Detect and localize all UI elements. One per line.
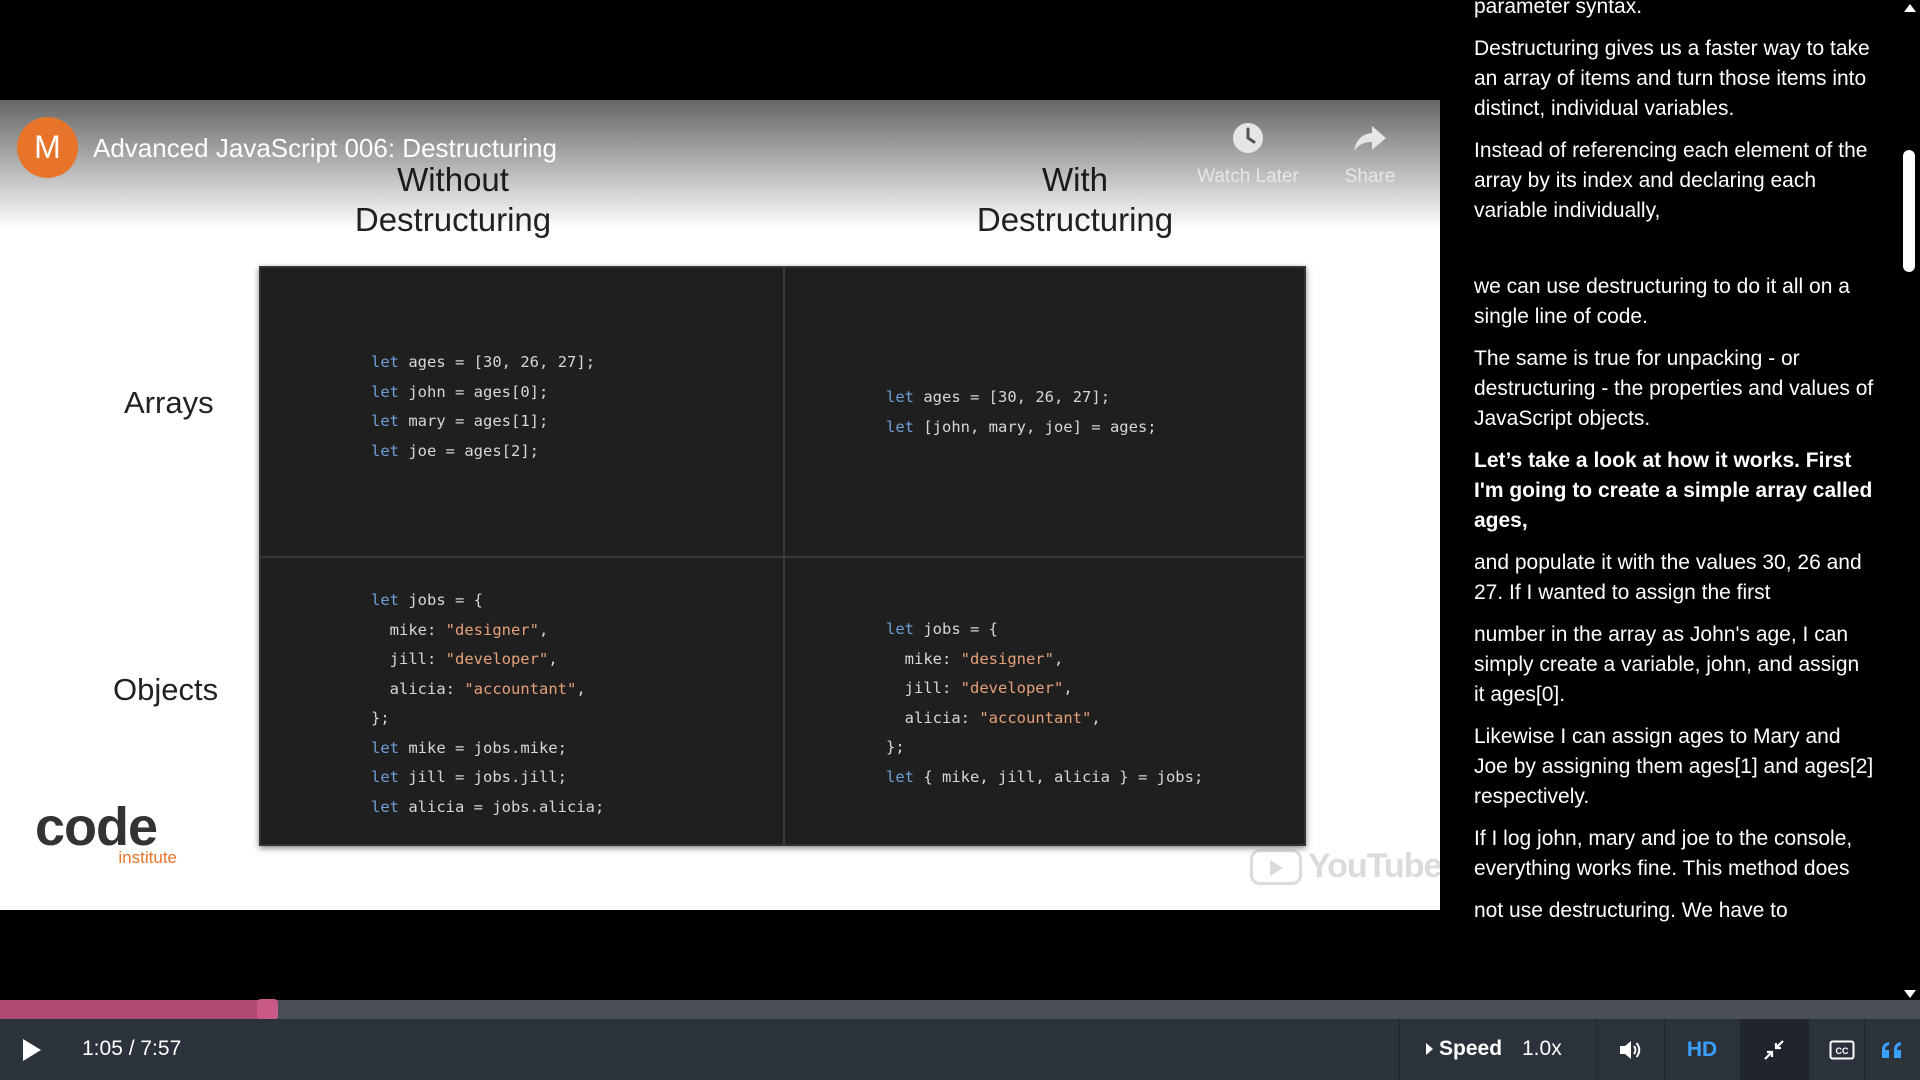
video-frame[interactable]: WithoutDestructuring WithDestructuring A… <box>0 100 1440 910</box>
code-institute-logo: code institute <box>35 800 195 868</box>
cc-icon: CC <box>1829 1040 1855 1059</box>
code-arrays-with: let ages = [30, 26, 27]; let [john, mary… <box>886 388 1157 436</box>
collapse-arrows-icon <box>1764 1039 1784 1060</box>
exit-fullscreen-button[interactable] <box>1740 1019 1808 1080</box>
code-objects-with: let jobs = { mike: "designer", jill: "de… <box>886 620 1204 786</box>
transcript-line[interactable]: we can use destructuring to do it all on… <box>1474 272 1874 332</box>
video-player-area[interactable]: WithoutDestructuring WithDestructuring A… <box>0 0 1440 1000</box>
code-objects-without: let jobs = { mike: "designer", jill: "de… <box>371 591 605 816</box>
quote-icon <box>1882 1041 1901 1058</box>
transcript-list: parameter syntax. Destructuring gives us … <box>1474 0 1874 938</box>
progress-scrubber-handle[interactable] <box>257 999 279 1020</box>
youtube-watermark-text: YouTube <box>1308 847 1440 885</box>
video-title[interactable]: Advanced JavaScript 006: Destructuring <box>93 133 557 164</box>
code-comparison-panel: let ages = [30, 26, 27]; let john = ages… <box>259 266 1306 846</box>
progress-fill <box>0 1000 262 1019</box>
svg-text:CC: CC <box>1836 1046 1849 1056</box>
transcript-line-active[interactable]: Let’s take a look at how it works. First… <box>1474 446 1874 536</box>
time-readout: 1:05 / 7:57 <box>82 1037 182 1060</box>
transcript-panel[interactable]: parameter syntax. Destructuring gives us … <box>1440 0 1920 1000</box>
transcript-line[interactable]: number in the array as John's age, I can… <box>1474 620 1874 710</box>
speed-value: 1.0x <box>1522 1037 1562 1060</box>
caret-right-icon <box>1426 1043 1433 1055</box>
transcript-gap <box>1474 238 1874 272</box>
watch-later-button[interactable]: Watch Later <box>1188 118 1308 188</box>
scroll-up-arrow-icon[interactable] <box>1904 4 1916 12</box>
video-top-overlay: M Advanced JavaScript 006: Destructuring… <box>0 100 1440 230</box>
transcript-line[interactable]: Instead of referencing each element of t… <box>1474 136 1874 226</box>
share-arrow-icon <box>1354 126 1386 151</box>
hd-quality-button[interactable]: HD <box>1664 1019 1740 1080</box>
slide-row-label-objects: Objects <box>113 672 219 707</box>
transcript-toggle-button[interactable] <box>1864 1019 1920 1080</box>
speed-label: Speed <box>1439 1037 1503 1060</box>
volume-button[interactable] <box>1596 1019 1664 1080</box>
slide-row-label-arrays: Arrays <box>124 385 214 420</box>
channel-avatar[interactable]: M <box>17 117 78 178</box>
share-button[interactable]: Share <box>1310 118 1430 188</box>
play-icon <box>23 1039 41 1061</box>
transcript-scroll-thumb[interactable] <box>1903 150 1915 272</box>
transcript-line[interactable]: If I log john, mary and joe to the conso… <box>1474 824 1874 884</box>
logo-main-text: code <box>35 797 158 857</box>
transcript-line[interactable]: Likewise I can assign ages to Mary and J… <box>1474 722 1874 812</box>
watch-later-label: Watch Later <box>1197 166 1299 187</box>
transcript-line[interactable]: and populate it with the values 30, 26 a… <box>1474 548 1874 608</box>
player-control-bar: 1:05 / 7:57 Speed 1.0x HD CC <box>0 1019 1920 1080</box>
transcript-line[interactable]: not use destructuring. We have to <box>1474 896 1874 926</box>
transcript-line[interactable]: Destructuring gives us a faster way to t… <box>1474 34 1874 124</box>
youtube-watermark[interactable]: YouTube <box>1250 845 1440 889</box>
scroll-down-arrow-icon[interactable] <box>1904 990 1916 998</box>
code-arrays-without: let ages = [30, 26, 27]; let john = ages… <box>371 353 596 460</box>
transcript-line[interactable]: The same is true for unpacking - or dest… <box>1474 344 1874 434</box>
share-label: Share <box>1344 166 1396 187</box>
transcript-line[interactable]: parameter syntax. <box>1474 0 1874 22</box>
progress-bar[interactable] <box>0 999 1920 1020</box>
clock-icon <box>1233 123 1263 153</box>
speaker-icon <box>1620 1040 1641 1059</box>
playback-speed-button[interactable]: Speed 1.0x <box>1400 1019 1596 1080</box>
panel-horizontal-divider <box>261 556 1304 558</box>
play-button[interactable] <box>19 1037 45 1063</box>
